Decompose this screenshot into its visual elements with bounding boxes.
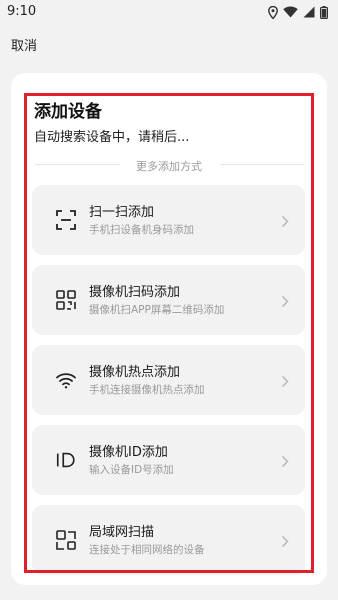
page-title: 添加设备: [34, 102, 102, 122]
wifi-icon: [283, 6, 298, 18]
option-camera-scan-add[interactable]: 摄像机扫码添加 摄像机扫APP屏幕二维码添加: [32, 265, 305, 335]
option-camera-hotspot-add[interactable]: 摄像机热点添加 手机连接摄像机热点添加: [32, 345, 305, 415]
scan-frame-icon: [55, 209, 77, 231]
divider-right: [220, 164, 304, 165]
option-scan-add[interactable]: 扫一扫添加 手机扫设备机身码添加: [32, 185, 305, 255]
chevron-right-icon: [281, 533, 289, 552]
id-icon: [55, 449, 77, 471]
status-time: 9:10: [7, 4, 37, 19]
option-subtitle: 手机连接摄像机热点添加: [89, 384, 205, 396]
search-status-text: 自动搜索设备中，请稍后...: [34, 130, 190, 145]
more-methods-label: 更多添加方式: [136, 160, 202, 173]
option-subtitle: 手机扫设备机身码添加: [89, 224, 194, 236]
chevron-right-icon: [281, 373, 289, 392]
option-subtitle: 连接处于相同网络的设备: [89, 544, 205, 556]
qr-code-icon: [55, 289, 77, 311]
option-subtitle: 摄像机扫APP屏幕二维码添加: [89, 304, 225, 316]
cancel-button[interactable]: 取消: [11, 35, 37, 54]
option-camera-id-add[interactable]: 摄像机ID添加 输入设备ID号添加: [32, 425, 305, 495]
option-lan-scan[interactable]: 局域网扫描 连接处于相同网络的设备: [32, 505, 305, 575]
battery-icon: [320, 5, 328, 19]
chevron-right-icon: [281, 453, 289, 472]
option-title: 扫一扫添加: [89, 205, 155, 220]
location-icon: [268, 5, 278, 19]
option-title: 摄像机扫码添加: [89, 285, 181, 300]
lan-scan-icon: [55, 529, 77, 551]
chevron-right-icon: [281, 213, 289, 232]
wifi-icon: [55, 369, 77, 391]
chevron-right-icon: [281, 293, 289, 312]
signal-icon: [303, 6, 315, 18]
status-bar: 9:10: [0, 0, 338, 24]
option-title: 局域网扫描: [89, 525, 155, 540]
status-icons: [268, 5, 328, 19]
option-title: 摄像机热点添加: [89, 365, 181, 380]
option-subtitle: 输入设备ID号添加: [89, 464, 174, 476]
option-title: 摄像机ID添加: [89, 445, 168, 460]
